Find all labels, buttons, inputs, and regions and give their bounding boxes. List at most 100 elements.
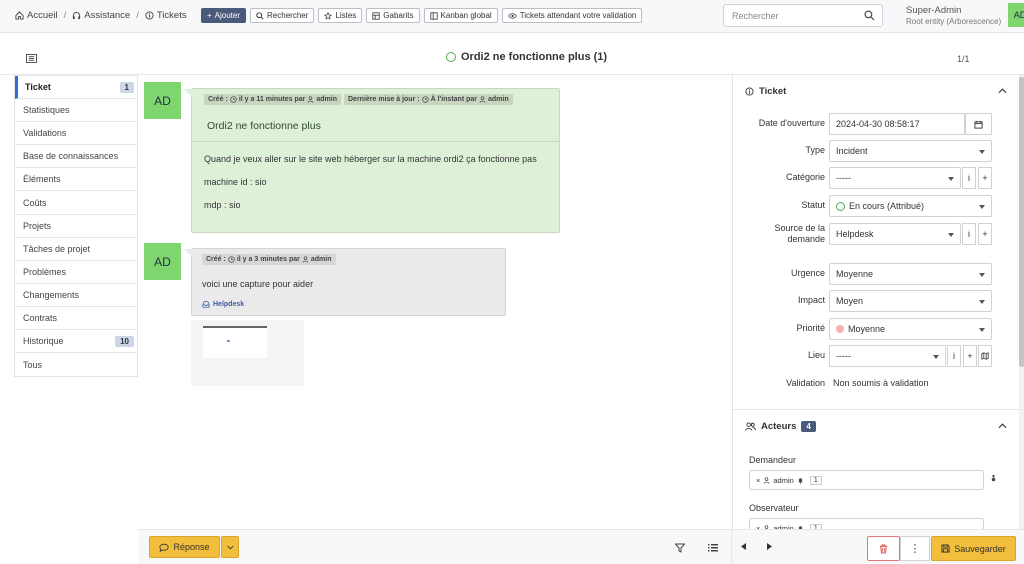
comment-icon (159, 543, 170, 552)
tab-problems[interactable]: Problèmes (15, 261, 137, 284)
top-bar: Accueil / Assistance / Tickets + Ajouter … (0, 0, 1024, 33)
actors-count-badge: 4 (801, 421, 816, 432)
search-icon[interactable] (864, 10, 875, 21)
ticket-section-header[interactable]: Ticket (745, 86, 786, 97)
map-icon (981, 352, 989, 360)
breadcrumb-assistance[interactable]: Assistance (72, 10, 130, 21)
calendar-button[interactable] (965, 113, 992, 135)
bell-icon[interactable] (797, 477, 804, 484)
chevron-up-icon[interactable] (998, 88, 1007, 94)
pending-validation-button[interactable]: Tickets attendant votre validation (501, 8, 643, 23)
avatar: AD (144, 243, 181, 280)
tab-ticket[interactable]: Ticket 1 (15, 76, 137, 100)
list-view-icon[interactable] (708, 544, 718, 552)
tab-costs[interactable]: Coûts (15, 191, 137, 215)
plus-icon: + (967, 351, 973, 361)
impact-select[interactable]: Moyen (829, 290, 992, 312)
category-info-button[interactable]: i (962, 167, 976, 189)
tab-contracts[interactable]: Contrats (15, 307, 137, 331)
location-select[interactable]: ----- (829, 345, 946, 367)
assign-me-icon[interactable] (990, 475, 997, 484)
status-select[interactable]: En cours (Attribué) (829, 195, 992, 217)
location-map-button[interactable] (978, 345, 992, 367)
location-row: Lieu ----- i + (733, 345, 1019, 367)
breadcrumb-tickets[interactable]: Tickets (145, 10, 187, 21)
priority-select[interactable]: Moyenne (829, 318, 992, 340)
type-row: Type Incident (733, 140, 1019, 162)
save-button[interactable]: Sauvegarder (931, 536, 1016, 561)
user-icon (308, 96, 314, 103)
tab-statistics[interactable]: Statistiques (15, 99, 137, 123)
requester-label: Demandeur (749, 455, 797, 465)
caret-down-icon (979, 150, 985, 154)
tab-badge: 1 (119, 81, 134, 93)
panel-scrollbar[interactable] (1019, 75, 1024, 529)
source-info-button[interactable]: i (962, 223, 976, 245)
search-button[interactable]: Rechercher (250, 8, 315, 23)
requester-field[interactable]: × admin 1 (749, 470, 984, 490)
inbox-icon (202, 301, 210, 308)
screenshot-attachment-thumbnail[interactable] (191, 320, 304, 386)
clock-icon (230, 96, 237, 103)
priority-dot-icon (836, 325, 844, 333)
filter-icon[interactable] (675, 543, 685, 553)
tab-items[interactable]: Éléments (15, 168, 137, 192)
chevron-up-icon[interactable] (998, 423, 1007, 429)
tab-history[interactable]: Historique 10 (15, 330, 137, 354)
tab-changes[interactable]: Changements (15, 284, 137, 307)
urgency-row: Urgence Moyenne (733, 263, 1019, 285)
clock-icon (228, 256, 235, 263)
tab-projects[interactable]: Projets (15, 215, 137, 238)
source-add-button[interactable]: + (978, 223, 992, 245)
location-add-button[interactable]: + (963, 345, 977, 367)
source-select[interactable]: Helpdesk (829, 223, 961, 245)
tab-knowledge-base[interactable]: Base de connaissances (15, 145, 137, 169)
calendar-icon (974, 120, 983, 129)
info-icon: i (968, 173, 970, 183)
previous-arrow-icon[interactable] (741, 543, 747, 550)
toolbar: + Ajouter Rechercher Listes Gabarits Kanb… (201, 8, 643, 23)
caret-down-icon (948, 233, 954, 237)
caret-down-icon (979, 300, 985, 304)
category-select[interactable]: ----- (829, 167, 961, 189)
card-meta: Créé : il y a 11 minutes par admin Derni… (204, 94, 513, 105)
user-icon (479, 96, 486, 103)
caret-down-icon (979, 205, 985, 209)
delete-button[interactable] (867, 536, 900, 561)
tab-project-tasks[interactable]: Tâches de projet (15, 238, 137, 261)
breadcrumb-home[interactable]: Accueil (15, 10, 58, 21)
actors-section-header[interactable]: Acteurs 4 (745, 421, 816, 432)
user-menu[interactable]: Super-Admin Root entity (Arborescence) (906, 5, 1001, 27)
kanban-button[interactable]: Kanban global (423, 8, 498, 23)
reply-options-dropdown[interactable] (221, 536, 239, 558)
ticket-properties-panel: Ticket Date d'ouverture 2024-04-30 08:58… (732, 75, 1019, 529)
trash-icon (879, 543, 888, 554)
add-button[interactable]: + Ajouter (201, 8, 247, 23)
opening-date-input[interactable]: 2024-04-30 08:58:17 (829, 113, 965, 135)
category-add-button[interactable]: + (978, 167, 992, 189)
reply-button[interactable]: Réponse (149, 536, 220, 558)
tab-all[interactable]: Tous (15, 353, 137, 376)
urgency-select[interactable]: Moyenne (829, 263, 992, 285)
remove-icon[interactable]: × (756, 476, 760, 485)
ticket-tabs: Ticket 1 Statistiques Validations Base de… (14, 75, 138, 378)
templates-button[interactable]: Gabarits (366, 8, 420, 23)
more-actions-button[interactable]: ⋮ (900, 536, 930, 561)
next-arrow-icon[interactable] (766, 543, 772, 550)
list-toggle-icon[interactable] (26, 54, 37, 63)
lists-button[interactable]: Listes (318, 8, 363, 23)
plus-icon: + (982, 173, 988, 183)
observer-field[interactable]: × admin 1 (749, 518, 984, 529)
type-select[interactable]: Incident (829, 140, 992, 162)
pager: 1/1 (957, 54, 970, 64)
status-circle-icon (836, 201, 845, 211)
caret-down-icon (979, 328, 985, 332)
global-search-input[interactable]: Rechercher (723, 4, 883, 27)
avatar: AD (144, 82, 181, 119)
user-avatar[interactable]: AD (1008, 3, 1024, 27)
location-info-button[interactable]: i (947, 345, 961, 367)
save-icon (941, 544, 950, 553)
caret-down-icon (933, 355, 939, 359)
tab-validations[interactable]: Validations (15, 122, 137, 146)
action-footer: Réponse ⋮ Sauvegarder (138, 529, 1024, 564)
